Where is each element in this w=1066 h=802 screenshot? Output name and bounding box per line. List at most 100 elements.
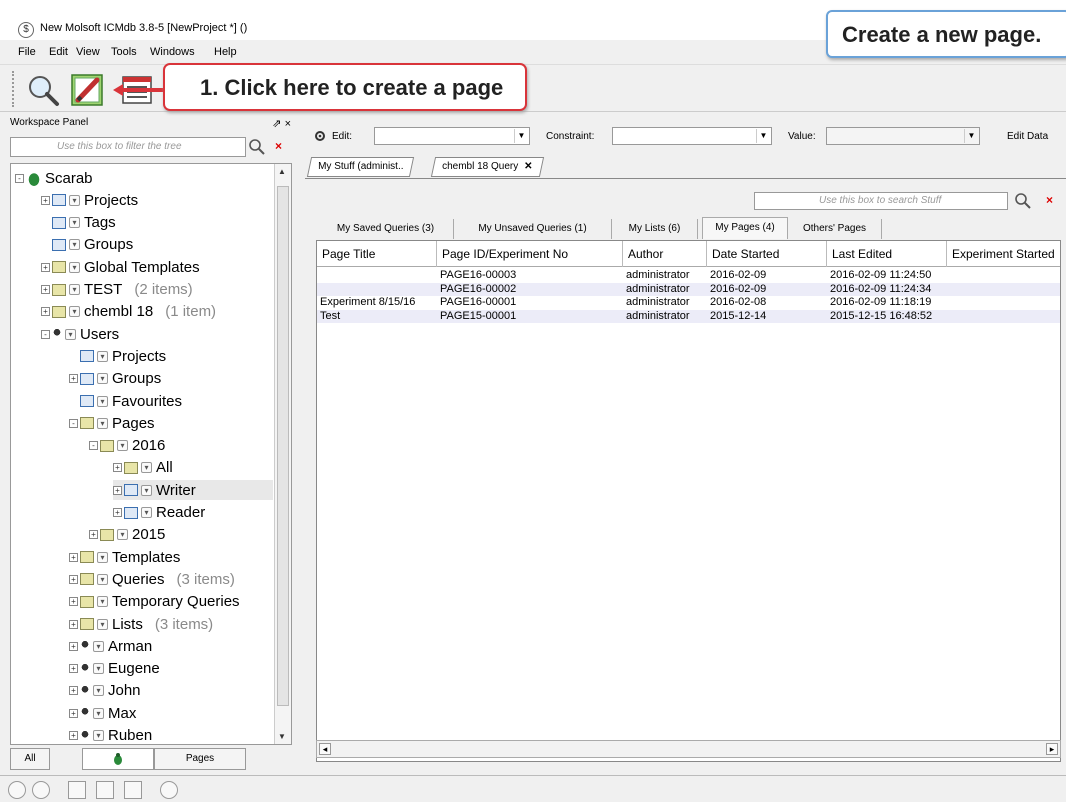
collapse-icon[interactable]: - (89, 441, 98, 451)
chevron-down-icon[interactable]: ▾ (69, 306, 80, 318)
expand-icon[interactable]: + (69, 686, 78, 696)
stuff-search-input[interactable]: Use this box to search Stuff (754, 192, 1008, 210)
chevron-down-icon[interactable]: ▾ (141, 462, 152, 474)
close-icon[interactable]: ✕ (524, 161, 532, 172)
column-header[interactable]: Last Edited (827, 241, 947, 267)
menu-view[interactable]: View (76, 46, 100, 58)
chevron-down-icon[interactable]: ▾ (141, 507, 152, 518)
collapse-icon[interactable]: - (41, 329, 50, 339)
menu-tools[interactable]: Tools (111, 46, 137, 58)
ws-tab-pages[interactable]: Pages (154, 748, 246, 770)
expand-icon[interactable]: + (113, 463, 122, 473)
tree-item[interactable]: - ▾ Pages (69, 413, 155, 433)
stuff-search-icon[interactable] (1014, 192, 1032, 210)
chevron-down-icon[interactable]: ▾ (69, 217, 80, 229)
tree-item[interactable]: + ▾ John (69, 681, 141, 701)
expand-icon[interactable]: + (69, 574, 78, 584)
expand-icon[interactable]: + (69, 731, 78, 740)
filter-clear-icon[interactable]: × (275, 139, 282, 153)
expand-icon[interactable]: + (89, 530, 98, 540)
expand-icon[interactable]: + (41, 195, 50, 205)
tree-item[interactable]: ▾ Groups (41, 235, 133, 255)
panel-window-controls[interactable]: ⇗ × (272, 117, 291, 130)
tree-item[interactable]: ▾ Projects (69, 346, 166, 366)
tree-item[interactable]: + ▾ Writer (113, 480, 273, 501)
tree-item[interactable]: - ▾ Users (41, 324, 119, 344)
tab-my-pages[interactable]: My Pages (4) (702, 217, 788, 239)
tree-item[interactable]: + ▾ Projects (41, 190, 138, 210)
tree-item[interactable]: + ▾ All (113, 458, 173, 478)
tree-item[interactable]: + ▾ TEST (2 items) (41, 280, 193, 300)
chevron-down-icon[interactable]: ▾ (93, 685, 104, 697)
tree-item[interactable]: + ▾ Arman (69, 636, 152, 656)
ws-tab-all[interactable]: All (10, 748, 50, 770)
tree-item[interactable]: ▾ Favourites (69, 391, 182, 411)
tab-chembl-query[interactable]: chembl 18 Query ✕ (430, 157, 544, 177)
expand-icon[interactable]: + (69, 641, 78, 651)
tree-item[interactable]: - Scarab (15, 168, 93, 188)
expand-icon[interactable]: + (113, 485, 122, 495)
edit-combo[interactable]: ▼ (374, 127, 530, 145)
table-hscrollbar[interactable]: ◂ ▸ (316, 740, 1061, 758)
tree-item[interactable]: + ▾ Temporary Queries (69, 592, 240, 612)
chevron-down-icon[interactable]: ▾ (69, 239, 80, 251)
expand-icon[interactable]: + (41, 285, 50, 294)
search-button[interactable] (24, 71, 62, 109)
close-circle-icon[interactable] (8, 781, 26, 799)
chevron-down-icon[interactable]: ▾ (117, 529, 128, 541)
chevron-down-icon[interactable]: ▼ (514, 129, 528, 143)
settings-icon[interactable] (160, 781, 178, 799)
column-header[interactable]: Experiment Started (947, 241, 1060, 267)
tab-saved-queries[interactable]: My Saved Queries (3) (318, 219, 454, 239)
expand-icon[interactable]: + (69, 664, 78, 674)
tree-scrollbar[interactable]: ▲ ▼ (274, 164, 291, 744)
tree-item[interactable]: + ▾ Ruben (69, 726, 152, 744)
menu-edit[interactable]: Edit (49, 46, 68, 58)
chevron-down-icon[interactable]: ▾ (97, 551, 108, 563)
tree-item[interactable]: + ▾ 2015 (89, 525, 165, 545)
menu-file[interactable]: File (18, 46, 36, 58)
chevron-down-icon[interactable]: ▾ (97, 618, 108, 630)
chevron-down-icon[interactable]: ▾ (93, 707, 104, 719)
chevron-down-icon[interactable]: ▾ (97, 417, 108, 429)
ws-tab-scarab[interactable] (82, 748, 154, 770)
constraint-combo[interactable]: ▼ (612, 127, 772, 145)
expand-icon[interactable]: + (113, 508, 122, 517)
chevron-down-icon[interactable]: ▾ (97, 373, 108, 385)
tree-scroll-thumb[interactable] (277, 186, 289, 706)
chevron-down-icon[interactable]: ▾ (97, 573, 108, 585)
scroll-right-icon[interactable]: ▸ (1046, 743, 1058, 755)
scroll-up-icon[interactable]: ▲ (278, 167, 286, 176)
tree-item[interactable]: + ▾ Global Templates (41, 257, 200, 277)
chevron-down-icon[interactable]: ▾ (69, 261, 80, 273)
table-row[interactable]: Experiment 8/15/16 PAGE16-00001 administra… (317, 296, 1060, 309)
column-header[interactable]: Page Title (317, 241, 437, 267)
tree-filter-input[interactable]: Use this box to filter the tree (10, 137, 246, 157)
chevron-down-icon[interactable]: ▾ (93, 640, 104, 652)
edit-data-button[interactable]: Edit Data (1007, 131, 1048, 142)
expand-icon[interactable]: + (69, 597, 78, 607)
tree-item[interactable]: + ▾ Groups (69, 369, 161, 389)
chevron-down-icon[interactable]: ▾ (93, 663, 104, 675)
chevron-down-icon[interactable]: ▼ (964, 129, 978, 143)
tree-item[interactable]: + ▾ chembl 18 (1 item) (41, 302, 216, 322)
globe-icon[interactable] (32, 781, 50, 799)
tree-item[interactable]: + ▾ Reader (113, 503, 205, 523)
expand-icon[interactable]: + (41, 262, 50, 272)
scroll-left-icon[interactable]: ◂ (319, 743, 331, 755)
tab-unsaved-queries[interactable]: My Unsaved Queries (1) (454, 219, 612, 239)
stuff-clear-icon[interactable]: × (1046, 193, 1053, 207)
tree-item[interactable]: + ▾ Max (69, 703, 136, 723)
tab-my-stuff[interactable]: My Stuff (administ.. (306, 157, 415, 177)
table-row[interactable]: PAGE16-00002 administrator 2016-02-09 2016-… (317, 282, 1060, 296)
chevron-down-icon[interactable]: ▾ (141, 484, 152, 496)
expand-icon[interactable]: + (69, 708, 78, 718)
menu-windows[interactable]: Windows (150, 46, 195, 58)
tab-my-lists[interactable]: My Lists (6) (612, 219, 698, 239)
new-page-button[interactable] (68, 71, 106, 109)
collapse-icon[interactable]: - (69, 418, 78, 428)
gear-icon[interactable] (314, 130, 326, 142)
table-row[interactable]: Test PAGE15-00001 administrator 2015-12-14 2… (317, 309, 1060, 323)
tree-item[interactable]: ▾ Tags (41, 213, 116, 233)
chevron-down-icon[interactable]: ▼ (756, 129, 770, 143)
